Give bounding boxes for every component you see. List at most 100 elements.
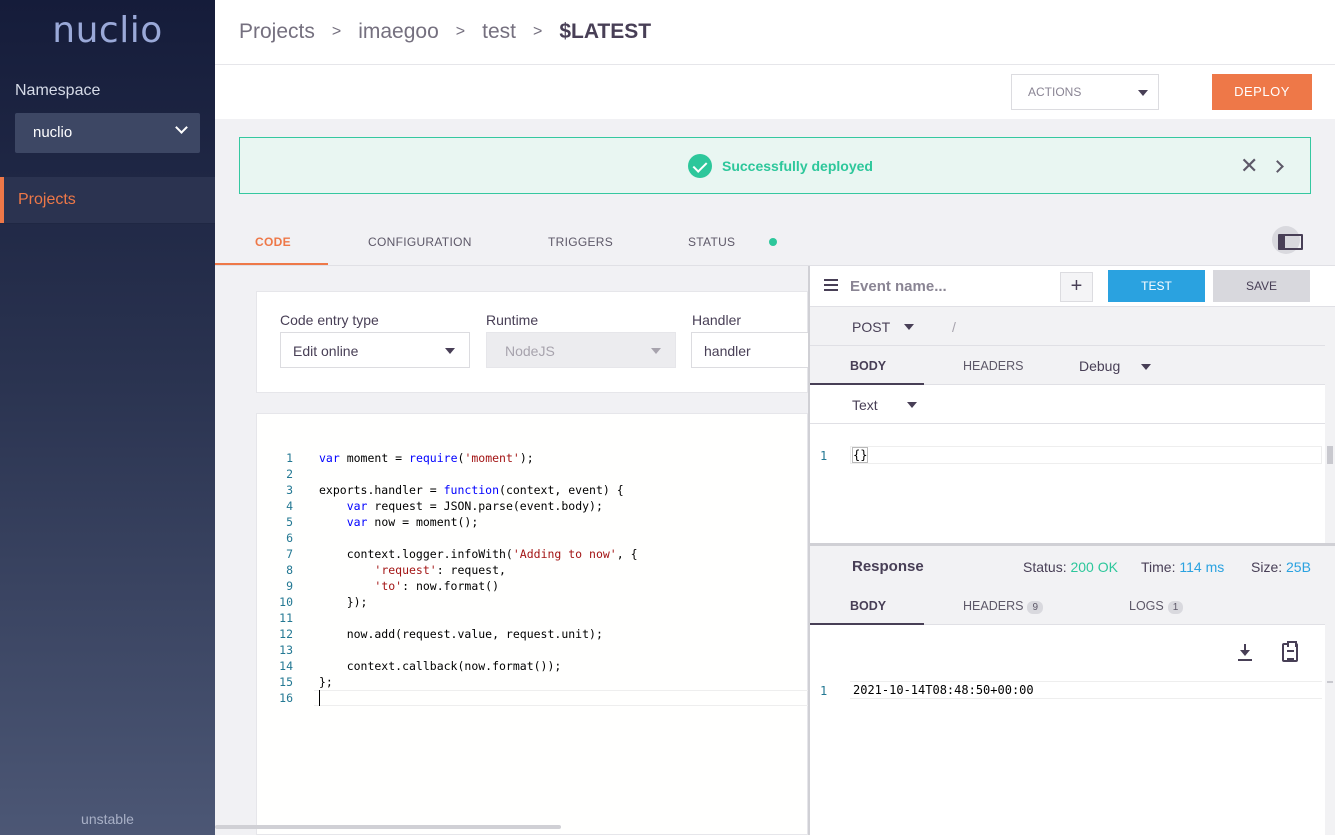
code-editor[interactable]: 1 var moment = require('moment'); 2 3 export… <box>256 413 808 835</box>
content-type-row: Text <box>810 385 1325 424</box>
tab-code[interactable]: CODE <box>255 235 291 249</box>
breadcrumb-projects[interactable]: Projects <box>239 20 315 44</box>
tab-underline <box>215 263 328 265</box>
path-input[interactable]: / <box>952 319 956 335</box>
chevron-right-icon: > <box>331 23 342 40</box>
size-label: Size: <box>1251 559 1283 575</box>
scroll-thumb[interactable] <box>1327 446 1333 464</box>
code-line: 15}; <box>257 674 807 690</box>
code-line: 16 <box>257 690 807 706</box>
runtime-select: NodeJS <box>486 332 676 368</box>
entry-type-select[interactable]: Edit online <box>280 332 470 368</box>
action-bar: ACTIONS DEPLOY <box>215 65 1335 119</box>
line-number: 10 <box>279 595 293 609</box>
code-line: 10 }); <box>257 594 807 610</box>
vertical-scrollbar[interactable] <box>1325 307 1335 543</box>
breadcrumb-function[interactable]: test <box>482 20 516 44</box>
code-line: 2 <box>257 466 807 482</box>
breadcrumb-project[interactable]: imaegoo <box>358 20 439 44</box>
line-number: 6 <box>286 531 293 545</box>
deploy-button[interactable]: DEPLOY <box>1212 74 1312 110</box>
response-body-editor[interactable]: 1 2021-10-14T08:48:50+00:00 <box>810 681 1325 701</box>
code-text: 'request': request, <box>374 563 506 577</box>
tab-underline <box>810 623 924 625</box>
tab-status[interactable]: STATUS <box>688 235 735 249</box>
copy-to-clipboard-icon[interactable] <box>1282 641 1298 662</box>
caret-down-icon <box>1138 90 1148 96</box>
line-number: 9 <box>286 579 293 593</box>
tab-request-headers[interactable]: HEADERS <box>963 359 1023 373</box>
response-area: Response Status: 200 OK Time: 114 ms Siz… <box>810 543 1335 835</box>
request-area: POST / BODY HEADERS Debug Text 1 {} <box>810 307 1335 543</box>
code-text: context.callback(now.format()); <box>319 659 562 673</box>
method-value: POST <box>852 319 891 335</box>
event-name-input[interactable]: Event name... <box>850 278 947 295</box>
content-type-value: Text <box>852 397 878 413</box>
download-icon[interactable] <box>1238 644 1252 662</box>
namespace-value: nuclio <box>33 124 73 141</box>
request-body-value: {} <box>851 447 869 463</box>
test-toolbar: Event name... + TEST SAVE <box>810 266 1335 307</box>
request-body-editor[interactable]: 1 {} <box>810 446 1325 466</box>
handler-value: handler <box>704 343 751 359</box>
line-number: 4 <box>286 499 293 513</box>
namespace-select[interactable]: nuclio <box>15 113 200 153</box>
tab-response-headers[interactable]: HEADERS 9 <box>963 599 1043 614</box>
runtime-value: NodeJS <box>505 343 555 359</box>
logo: nuclio <box>52 10 163 51</box>
header: Projects > imaegoo > test > $LATEST <box>215 0 1335 65</box>
caret-down-icon <box>651 348 661 354</box>
add-event-button[interactable]: + <box>1060 272 1093 302</box>
line-number: 1 <box>820 684 828 698</box>
chevron-right-icon: > <box>532 23 543 40</box>
log-level-select[interactable]: Debug <box>1079 358 1151 374</box>
tab-request-body[interactable]: BODY <box>850 359 886 373</box>
sidebar-item-projects[interactable]: Projects <box>0 177 215 223</box>
code-entry-settings: Code entry type Edit online Runtime Node… <box>256 291 808 393</box>
scroll-thumb[interactable] <box>1327 681 1333 683</box>
status-value: 200 OK <box>1070 559 1118 575</box>
code-text: exports.handler = function(context, even… <box>319 483 624 497</box>
line-number: 1 <box>820 449 828 463</box>
save-button[interactable]: SAVE <box>1213 270 1310 302</box>
method-select[interactable]: POST <box>852 319 914 335</box>
code-line: 1 var moment = require('moment'); <box>257 450 807 466</box>
code-line: 14 context.callback(now.format()); <box>257 658 807 674</box>
method-row: POST / <box>810 307 1325 346</box>
log-level-value: Debug <box>1079 358 1121 374</box>
actions-dropdown[interactable]: ACTIONS <box>1011 74 1159 110</box>
chevron-right-icon: > <box>455 23 466 40</box>
chevron-down-icon <box>175 121 188 134</box>
version-label: unstable <box>81 811 134 827</box>
line-number: 16 <box>279 691 293 705</box>
panel-toggle-icon[interactable] <box>1272 226 1303 254</box>
line-number: 15 <box>279 675 293 689</box>
breadcrumb: Projects > imaegoo > test > $LATEST <box>239 20 651 44</box>
code-line: 7 context.logger.infoWith('Adding to now… <box>257 546 807 562</box>
line-number: 13 <box>279 643 293 657</box>
test-button[interactable]: TEST <box>1108 270 1205 302</box>
response-status: Status: 200 OK <box>1023 559 1118 575</box>
time-label: Time: <box>1141 559 1176 575</box>
success-alert: Successfully deployed ✕ <box>239 137 1311 194</box>
code-line: 3 exports.handler = function(context, eve… <box>257 482 807 498</box>
tab-configuration[interactable]: CONFIGURATION <box>368 235 472 249</box>
chevron-right-icon[interactable] <box>1271 160 1284 173</box>
horizontal-scrollbar[interactable] <box>215 825 561 829</box>
code-text: }); <box>319 595 368 609</box>
tab-response-body[interactable]: BODY <box>850 599 886 613</box>
code-text: var moment = require('moment'); <box>319 451 534 465</box>
line-number: 12 <box>279 627 293 641</box>
code-line: 4 var request = JSON.parse(event.body); <box>257 498 807 514</box>
code-line: 9 'to': now.format() <box>257 578 807 594</box>
handler-input[interactable]: handler <box>691 332 808 368</box>
close-icon[interactable]: ✕ <box>1240 155 1258 177</box>
content-type-select[interactable]: Text <box>852 397 917 413</box>
caret-down-icon <box>904 324 914 330</box>
tab-triggers[interactable]: TRIGGERS <box>548 235 613 249</box>
sidebar-item-label: Projects <box>18 191 76 208</box>
vertical-scrollbar[interactable] <box>1325 546 1335 835</box>
menu-icon[interactable] <box>824 279 838 291</box>
tab-response-logs[interactable]: LOGS 1 <box>1129 599 1184 614</box>
line-number: 3 <box>286 483 293 497</box>
